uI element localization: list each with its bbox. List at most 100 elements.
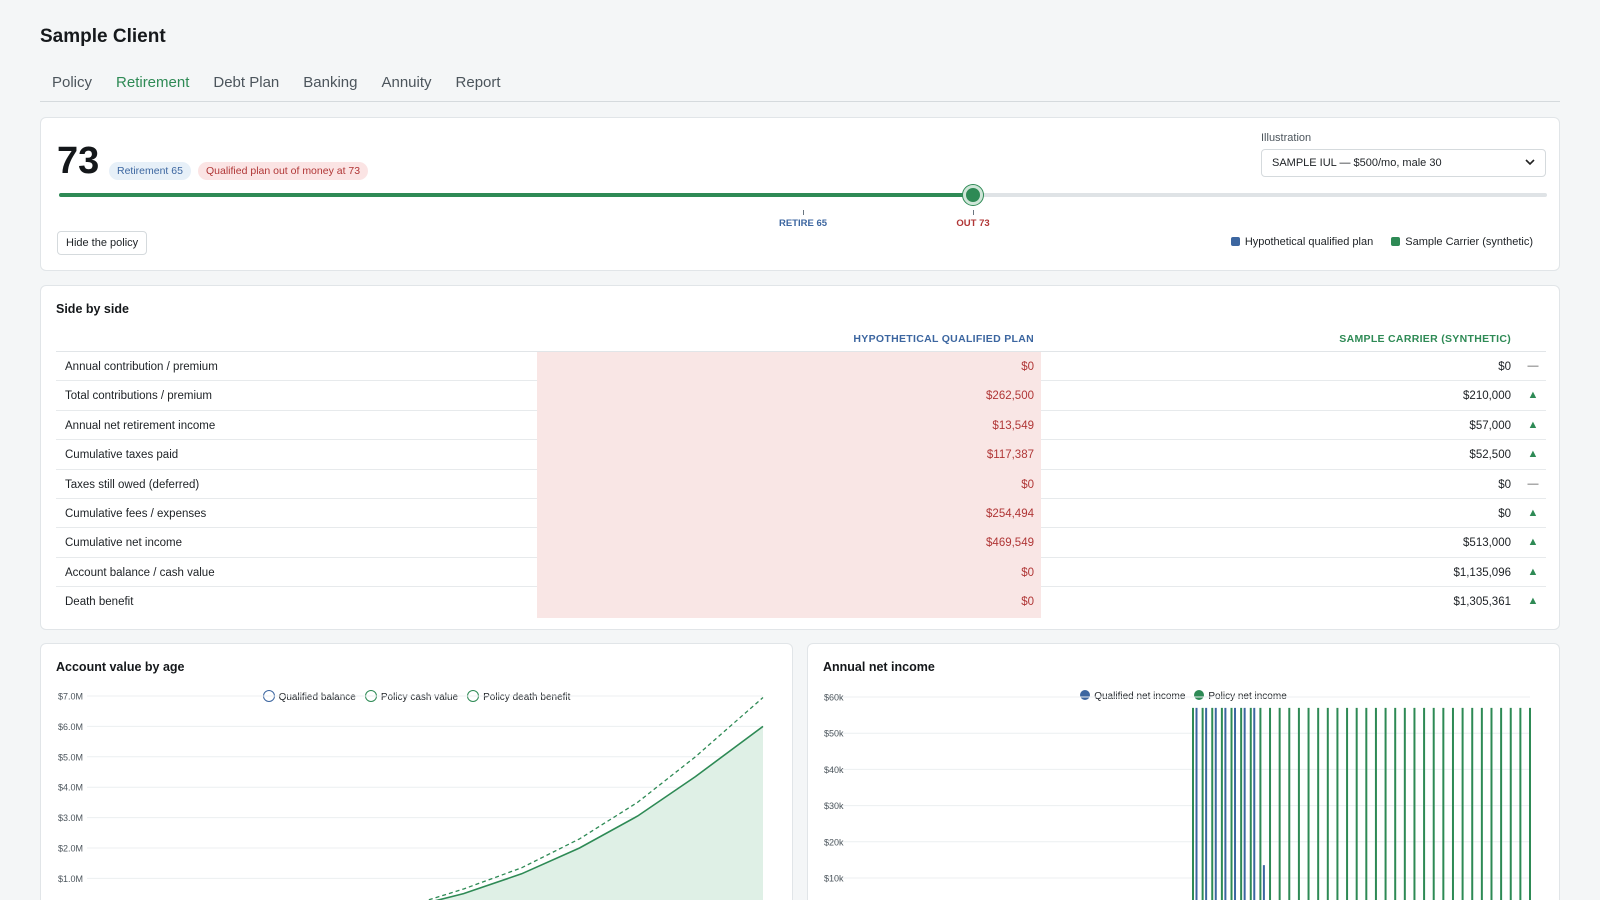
table-header: HYPOTHETICAL QUALIFIED PLAN SAMPLE CARRI… bbox=[56, 329, 1546, 352]
qualified-value: $0 bbox=[1021, 478, 1034, 491]
illustration-select[interactable]: SAMPLE IUL — $500/mo, male 30 bbox=[1261, 149, 1546, 177]
annual-income-chart: $60k $50k $40k $30k $20k $10k bbox=[824, 693, 1531, 900]
row-label: Taxes still owed (deferred) bbox=[65, 478, 200, 491]
qualified-cell-bg bbox=[537, 557, 1041, 588]
app-title: Sample Client bbox=[40, 26, 166, 47]
y-tick-label: $10k bbox=[824, 874, 844, 884]
row-label: Total contributions / premium bbox=[65, 390, 213, 403]
account-value-chart-card: Account value by age Qualified balance P… bbox=[40, 643, 793, 900]
current-age: 73 bbox=[57, 140, 100, 182]
slider-tick bbox=[973, 210, 975, 215]
tab-report[interactable]: Report bbox=[444, 70, 513, 101]
table-row: Total contributions / premium $262,500 $21… bbox=[56, 381, 1546, 411]
advantage-up-icon: ▲ bbox=[1527, 536, 1539, 549]
y-tick-label: $5.0M bbox=[58, 752, 83, 762]
y-tick-label: $20k bbox=[824, 837, 844, 847]
qualified-value: $469,549 bbox=[986, 537, 1034, 550]
policy-value: $57,000 bbox=[1469, 419, 1511, 432]
advantage-up-icon: ▲ bbox=[1527, 448, 1539, 461]
age-slider-fill bbox=[59, 193, 974, 197]
row-label: Annual contribution / premium bbox=[65, 361, 218, 373]
section-title: Side by side bbox=[56, 302, 129, 316]
legend-swatch bbox=[1391, 237, 1401, 246]
table-row: Cumulative fees / expenses $254,494 $0 ▲ bbox=[56, 498, 1546, 529]
y-tick-label: $40k bbox=[824, 765, 844, 775]
qualified-value: $254,494 bbox=[986, 507, 1034, 520]
qualified-cell-bg bbox=[537, 440, 1041, 470]
row-label: Cumulative taxes paid bbox=[65, 449, 179, 462]
retirement-age-badge: Retirement 65 bbox=[109, 162, 191, 180]
row-label: Death benefit bbox=[65, 596, 134, 609]
hide-policy-button[interactable]: Hide the policy bbox=[57, 231, 148, 255]
age-card: 73 Retirement 65 Qualified plan out of m… bbox=[40, 117, 1560, 271]
y-tick-label: $3.0M bbox=[58, 813, 83, 823]
qualified-cell-bg bbox=[537, 410, 1041, 441]
policy-value: $1,135,096 bbox=[1453, 566, 1511, 579]
qualified-cell-bg bbox=[537, 469, 1041, 499]
table-row: Taxes still owed (deferred) $0 $0 — bbox=[56, 469, 1546, 499]
chevron-down-icon bbox=[1525, 157, 1535, 169]
header-policy: SAMPLE CARRIER (SYNTHETIC) bbox=[1339, 333, 1511, 345]
legend-swatch bbox=[1230, 237, 1240, 246]
age-slider[interactable] bbox=[59, 185, 1547, 205]
tab-bar: Policy Retirement Debt Plan Banking Annuity R… bbox=[40, 70, 1560, 102]
series-legend: Hypothetical qualified plan Sample Carri… bbox=[1230, 236, 1533, 248]
qualified-value: $262,500 bbox=[986, 390, 1034, 403]
qualified-cell-bg bbox=[537, 381, 1041, 411]
row-label: Cumulative net income bbox=[65, 537, 182, 550]
policy-value: $0 bbox=[1498, 478, 1511, 491]
table-row: Account balance / cash value $0 $1,135,096… bbox=[56, 557, 1546, 588]
policy-value: $0 bbox=[1498, 507, 1511, 520]
illustration-select-value: SAMPLE IUL — $500/mo, male 30 bbox=[1272, 157, 1442, 169]
legend-item-qualified: Hypothetical qualified plan bbox=[1230, 236, 1373, 248]
legend-item-policy: Sample Carrier (synthetic) bbox=[1391, 236, 1533, 248]
qualified-value: $0 bbox=[1021, 596, 1034, 609]
slider-marker-label: RETIRE 65 bbox=[778, 218, 828, 229]
row-label: Cumulative fees / expenses bbox=[65, 507, 207, 520]
age-slider-thumb[interactable] bbox=[963, 185, 984, 205]
row-label: Account balance / cash value bbox=[65, 566, 215, 579]
row-label: Annual net retirement income bbox=[65, 419, 216, 432]
table-row: Cumulative net income $469,549 $513,000 ▲ bbox=[56, 528, 1546, 558]
table-row: Annual net retirement income $13,549 $57,0… bbox=[56, 410, 1546, 441]
qualified-value: $0 bbox=[1021, 361, 1034, 373]
qualified-cell-bg bbox=[537, 352, 1041, 382]
policy-cash-value-area bbox=[438, 726, 763, 900]
qualified-cell-bg bbox=[537, 498, 1041, 529]
qualified-value: $117,387 bbox=[986, 449, 1034, 462]
policy-value: $210,000 bbox=[1463, 390, 1511, 403]
slider-tick bbox=[803, 210, 804, 215]
tab-debt-plan[interactable]: Debt Plan bbox=[201, 70, 291, 101]
qualified-cell-bg bbox=[537, 528, 1041, 558]
policy-value: $52,500 bbox=[1469, 449, 1511, 462]
y-tick-label: $4.0M bbox=[58, 783, 83, 793]
advantage-up-icon: ▲ bbox=[1527, 565, 1539, 578]
tab-annuity[interactable]: Annuity bbox=[369, 70, 443, 101]
illustration-label: Illustration bbox=[1261, 132, 1312, 144]
qualified-value: $13,549 bbox=[992, 419, 1034, 432]
table-row: Death benefit $0 $1,305,361 ▲ bbox=[56, 587, 1546, 618]
y-tick-label: $7.0M bbox=[58, 692, 83, 702]
slider-marker-label: OUT 73 bbox=[956, 218, 990, 229]
y-tick-label: $1.0M bbox=[58, 874, 83, 884]
tab-retirement[interactable]: Retirement bbox=[104, 70, 201, 101]
no-change-icon: — bbox=[1527, 477, 1539, 490]
advantage-up-icon: ▲ bbox=[1527, 418, 1539, 431]
table-row: Cumulative taxes paid $117,387 $52,500 ▲ bbox=[56, 440, 1546, 470]
advantage-up-icon: ▲ bbox=[1527, 595, 1539, 608]
policy-value: $513,000 bbox=[1463, 537, 1511, 550]
tab-banking[interactable]: Banking bbox=[291, 70, 369, 101]
side-by-side-card: Side by side HYPOTHETICAL QUALIFIED PLAN… bbox=[40, 285, 1560, 630]
policy-value: $0 bbox=[1498, 361, 1511, 373]
advantage-up-icon: ▲ bbox=[1527, 389, 1539, 402]
header-qualified: HYPOTHETICAL QUALIFIED PLAN bbox=[853, 333, 1034, 345]
no-change-icon: — bbox=[1527, 360, 1539, 372]
annual-income-chart-card: Annual net income Qualified net income P… bbox=[807, 643, 1560, 900]
y-tick-label: $60k bbox=[824, 693, 844, 703]
tab-policy[interactable]: Policy bbox=[40, 70, 104, 101]
y-tick-label: $30k bbox=[824, 801, 844, 811]
qualified-value: $0 bbox=[1021, 566, 1034, 579]
y-tick-label: $2.0M bbox=[58, 844, 83, 854]
y-tick-label: $6.0M bbox=[58, 722, 83, 732]
comparison-table: HYPOTHETICAL QUALIFIED PLAN SAMPLE CARRI… bbox=[56, 329, 1546, 618]
